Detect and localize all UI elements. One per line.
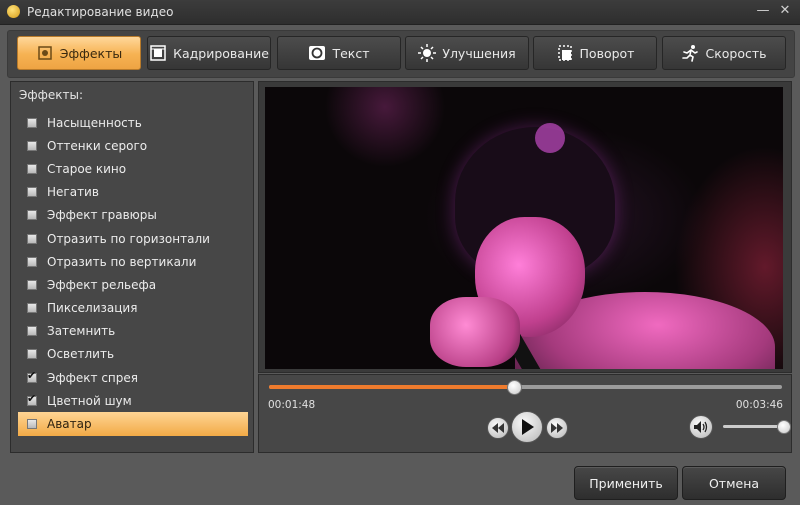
effect-item[interactable]: Эффект спрея: [18, 366, 248, 389]
effect-checkbox[interactable]: [27, 326, 37, 337]
effects-list: Насыщенность Оттенки серого Старое кино Нег…: [18, 111, 248, 436]
total-time: 00:03:46: [735, 399, 783, 411]
video-preview: [265, 87, 783, 369]
effect-item[interactable]: Отразить по горизонтали: [18, 227, 248, 250]
tab-label: Улучшения: [442, 45, 516, 61]
effect-item[interactable]: Затемнить: [18, 320, 248, 343]
effect-label: Пикселизация: [47, 301, 138, 316]
text-icon: [308, 44, 326, 62]
tab-label: Текст: [332, 45, 370, 61]
tab-enhance[interactable]: Улучшения: [405, 36, 529, 70]
effect-item[interactable]: Отразить по вертикали: [18, 250, 248, 273]
crop-film-icon: [149, 44, 167, 62]
effects-heading: Эффекты:: [19, 88, 84, 102]
tab-crop[interactable]: Кадрирование: [147, 36, 271, 70]
speaker-icon: [694, 421, 708, 433]
effect-label: Отразить по горизонтали: [47, 231, 210, 246]
effect-item[interactable]: Эффект рельефа: [18, 273, 248, 296]
effect-item[interactable]: Оттенки серого: [18, 134, 248, 157]
fast-forward-button[interactable]: [546, 417, 568, 439]
title-bar: Редактирование видео — ✕: [0, 0, 800, 25]
playback-controls: 00:01:48 00:03:46: [258, 374, 792, 453]
seek-bar[interactable]: [269, 380, 782, 395]
effect-item[interactable]: Цветной шум: [18, 389, 248, 412]
tab-label: Скорость: [705, 45, 767, 61]
effect-checkbox[interactable]: [27, 140, 37, 151]
current-time: 00:01:48: [268, 399, 316, 411]
tab-label: Эффекты: [59, 45, 123, 61]
fast-forward-icon: [551, 423, 563, 433]
effect-checkbox[interactable]: [27, 210, 37, 221]
effect-label: Цветной шум: [47, 393, 132, 408]
apply-button[interactable]: Применить: [574, 466, 678, 500]
close-icon[interactable]: ✕: [777, 3, 793, 19]
effect-item[interactable]: Насыщенность: [18, 111, 248, 134]
effect-checkbox[interactable]: [27, 279, 37, 290]
volume-slider[interactable]: [723, 420, 791, 434]
tab-bar: Эффекты Кадрирование Текст Улучшения Пов…: [7, 30, 795, 78]
effect-label: Насыщенность: [47, 115, 142, 130]
effect-item[interactable]: Пикселизация: [18, 297, 248, 320]
tab-label: Поворот: [579, 45, 635, 61]
rewind-icon: [492, 423, 504, 433]
effect-label: Негатив: [47, 185, 99, 200]
seek-handle[interactable]: [507, 380, 523, 395]
rewind-button[interactable]: [487, 417, 509, 439]
brightness-icon: [418, 44, 437, 62]
effect-item[interactable]: Негатив: [18, 181, 248, 204]
effect-label: Отразить по вертикали: [47, 254, 197, 269]
play-button[interactable]: [511, 411, 543, 443]
volume-button[interactable]: [689, 415, 713, 439]
effect-checkbox[interactable]: [27, 256, 37, 267]
tab-text[interactable]: Текст: [277, 36, 401, 70]
volume-handle[interactable]: [777, 420, 791, 434]
effect-label: Старое кино: [47, 161, 127, 176]
video-preview-panel: [258, 81, 792, 373]
cancel-button[interactable]: Отмена: [682, 466, 786, 500]
effect-label: Оттенки серого: [47, 138, 148, 153]
running-man-icon: [681, 44, 699, 62]
effect-checkbox[interactable]: [27, 369, 37, 383]
effect-label: Осветлить: [47, 347, 115, 362]
app-icon: [7, 5, 20, 18]
effect-label: Аватар: [47, 417, 92, 432]
effect-checkbox[interactable]: [27, 419, 37, 430]
tab-effects[interactable]: Эффекты: [17, 36, 141, 70]
rotate-icon: [556, 44, 574, 62]
effect-item[interactable]: Аватар: [18, 412, 248, 436]
effect-label: Затемнить: [47, 324, 116, 339]
effect-label: Эффект рельефа: [47, 277, 157, 292]
effect-checkbox[interactable]: [27, 233, 37, 244]
effect-checkbox[interactable]: [27, 349, 37, 360]
effect-item[interactable]: Эффект гравюры: [18, 204, 248, 227]
seek-progress: [269, 385, 515, 389]
play-icon: [522, 419, 534, 435]
effect-item[interactable]: Осветлить: [18, 343, 248, 366]
tab-speed[interactable]: Скорость: [662, 36, 786, 70]
effect-checkbox[interactable]: [27, 303, 37, 314]
effect-label: Эффект спрея: [47, 370, 138, 385]
effect-checkbox[interactable]: [27, 163, 37, 174]
effect-label: Эффект гравюры: [47, 208, 157, 223]
tab-rotate[interactable]: Поворот: [533, 36, 657, 70]
minimize-icon[interactable]: —: [755, 3, 771, 19]
effect-checkbox[interactable]: [27, 187, 37, 198]
effects-panel: Эффекты: Насыщенность Оттенки серого Старо…: [10, 81, 254, 453]
effect-checkbox[interactable]: [27, 117, 37, 128]
window-title: Редактирование видео: [27, 5, 174, 19]
effect-item[interactable]: Старое кино: [18, 157, 248, 180]
tab-label: Кадрирование: [173, 45, 269, 61]
effect-checkbox[interactable]: [27, 392, 37, 406]
effects-icon: [36, 44, 54, 62]
